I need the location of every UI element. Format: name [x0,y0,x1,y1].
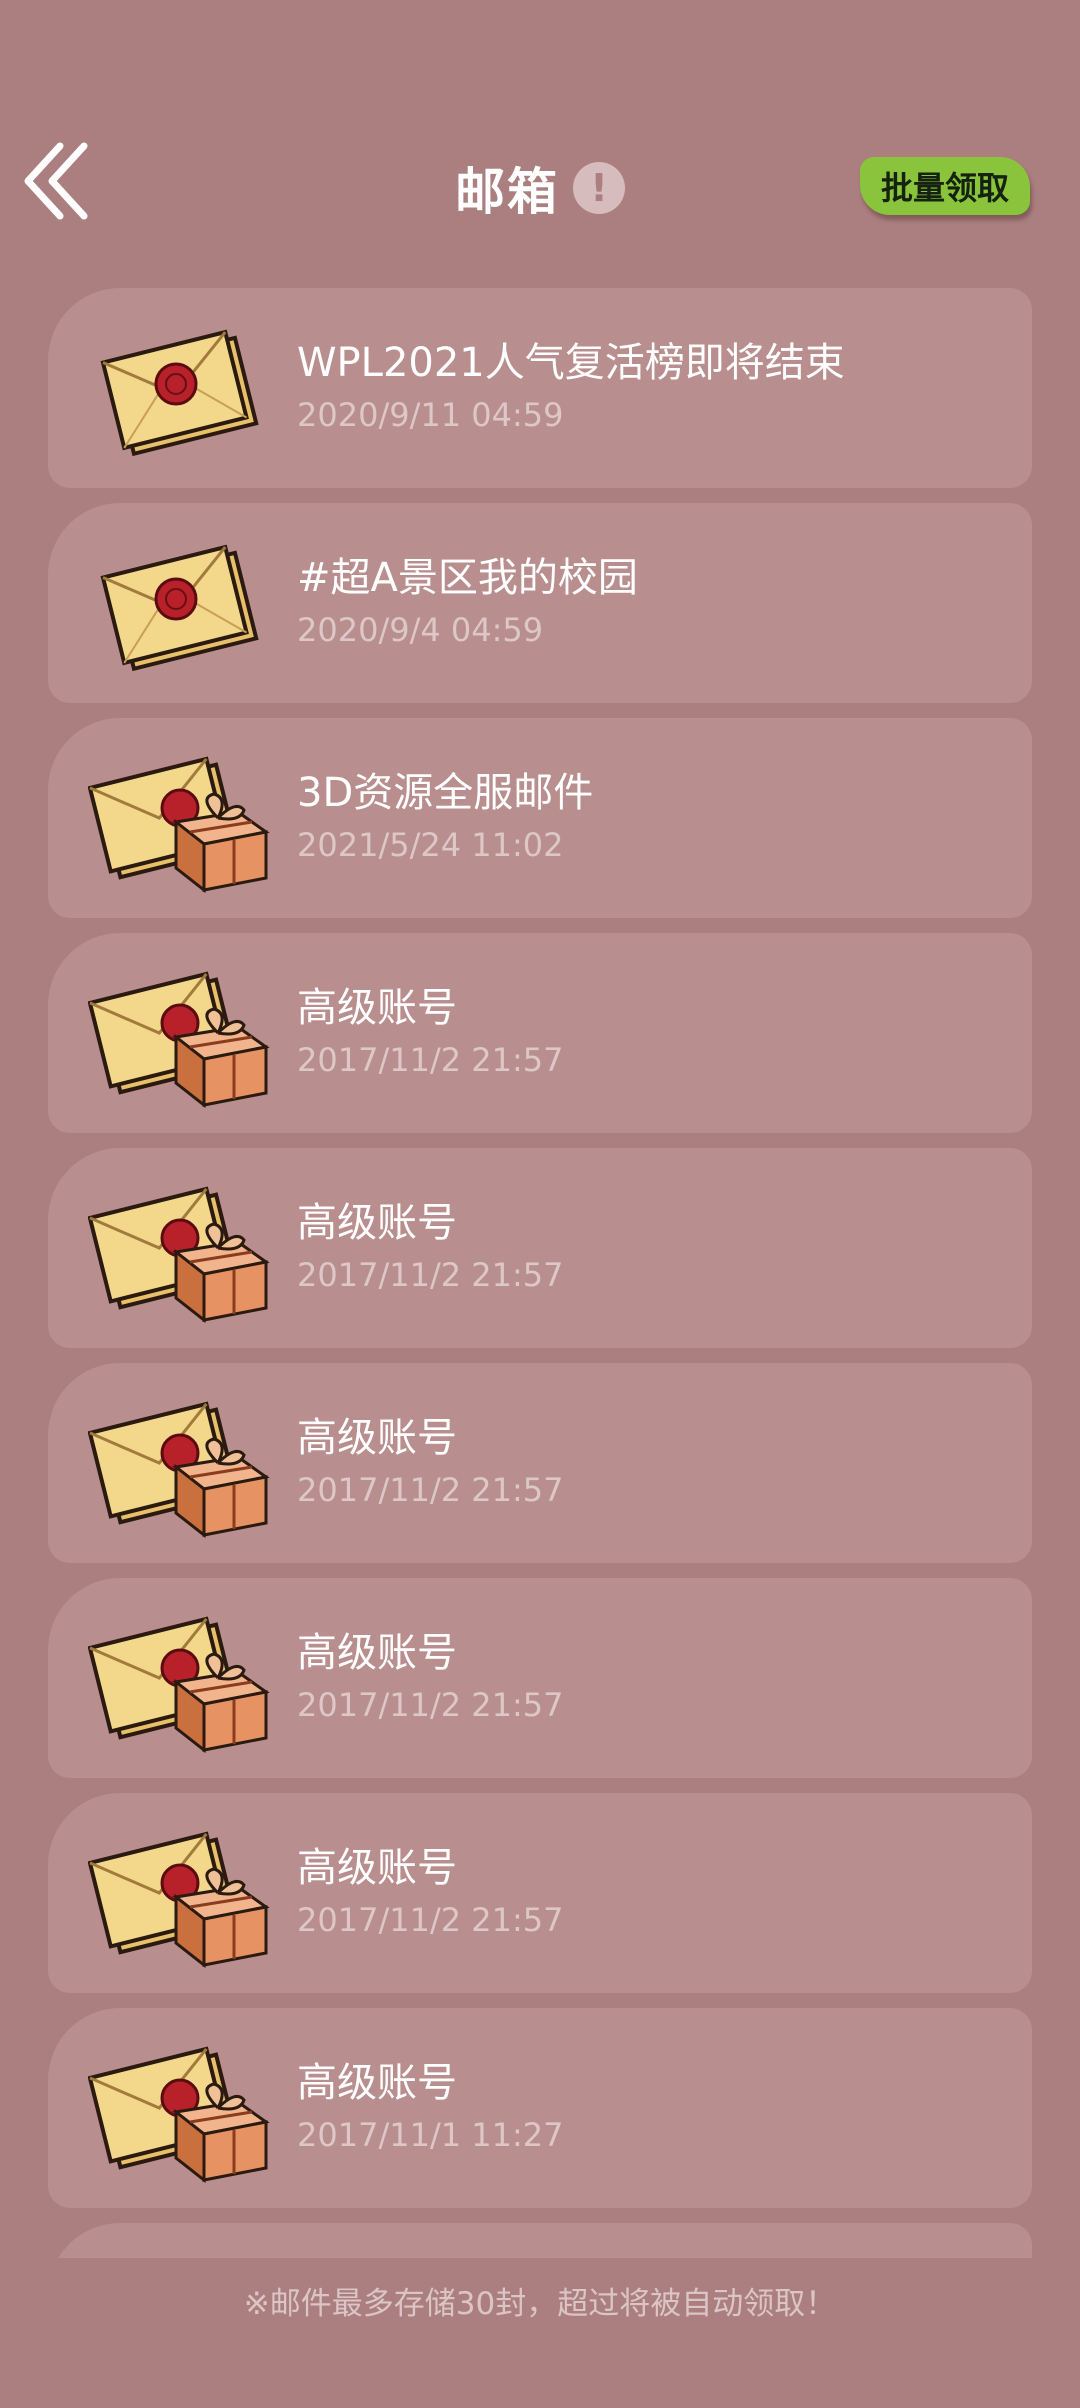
mail-title: 高级账号 [297,1845,457,1891]
mail-item[interactable]: 高级账号 2017/11/2 21:57 [48,1148,1032,1348]
info-icon[interactable]: ! [573,162,625,214]
batch-claim-button[interactable]: 批量领取 [860,157,1030,215]
mail-title: 3D资源全服邮件 [297,770,594,816]
header: 邮箱 ! 批量领取 [0,0,1080,260]
mail-item[interactable]: 3D资源全服邮件 2021/5/24 11:02 [48,718,1032,918]
mail-title: 高级账号 [297,1200,457,1246]
mail-item[interactable]: 高级账号 2017/11/1 11:27 [48,2008,1032,2208]
mail-item-partial[interactable] [48,2223,1032,2258]
footer-note: ※邮件最多存储30封，超过将被自动领取！ [243,2286,837,2322]
mail-item[interactable]: 高级账号 2017/11/2 21:57 [48,933,1032,1133]
mail-title: 高级账号 [297,985,457,1031]
mail-date: 2017/11/2 21:57 [297,1041,564,1079]
mail-title: 高级账号 [297,1415,457,1461]
mail-list[interactable]: WPL2021人气复活榜即将结束 2020/9/11 04:59 #超A景区我的… [0,0,1080,2258]
mail-item[interactable]: #超A景区我的校园 2020/9/4 04:59 [48,503,1032,703]
mail-title: 高级账号 [297,1630,457,1676]
mail-date: 2020/9/4 04:59 [297,611,544,649]
envelope-gift-icon [88,1401,270,1539]
mail-item[interactable]: WPL2021人气复活榜即将结束 2020/9/11 04:59 [48,288,1032,488]
mail-date: 2017/11/2 21:57 [297,1686,564,1724]
envelope-icon [100,544,259,672]
mail-title: #超A景区我的校园 [297,555,638,601]
envelope-gift-icon [88,2245,278,2258]
mail-item[interactable]: 高级账号 2017/11/2 21:57 [48,1793,1032,1993]
mail-date: 2020/9/11 04:59 [297,396,564,434]
mail-item[interactable]: 高级账号 2017/11/2 21:57 [48,1578,1032,1778]
page-title: 邮箱 [455,163,559,221]
mail-title: WPL2021人气复活榜即将结束 [297,340,845,386]
envelope-icon [100,329,259,457]
envelope-gift-icon [88,1186,270,1324]
mail-date: 2017/11/1 11:27 [297,2116,564,2154]
envelope-gift-icon [88,756,270,894]
mail-title: 高级账号 [297,2060,457,2106]
mail-date: 2017/11/2 21:57 [297,1256,564,1294]
mail-date: 2017/11/2 21:57 [297,1901,564,1939]
mail-date: 2017/11/2 21:57 [297,1471,564,1509]
mail-date: 2021/5/24 11:02 [297,826,564,864]
mail-item[interactable]: 高级账号 2017/11/2 21:57 [48,1363,1032,1563]
envelope-gift-icon [88,1831,270,1969]
envelope-gift-icon [88,1616,270,1754]
envelope-gift-icon [88,2046,270,2184]
envelope-gift-icon [88,971,270,1109]
